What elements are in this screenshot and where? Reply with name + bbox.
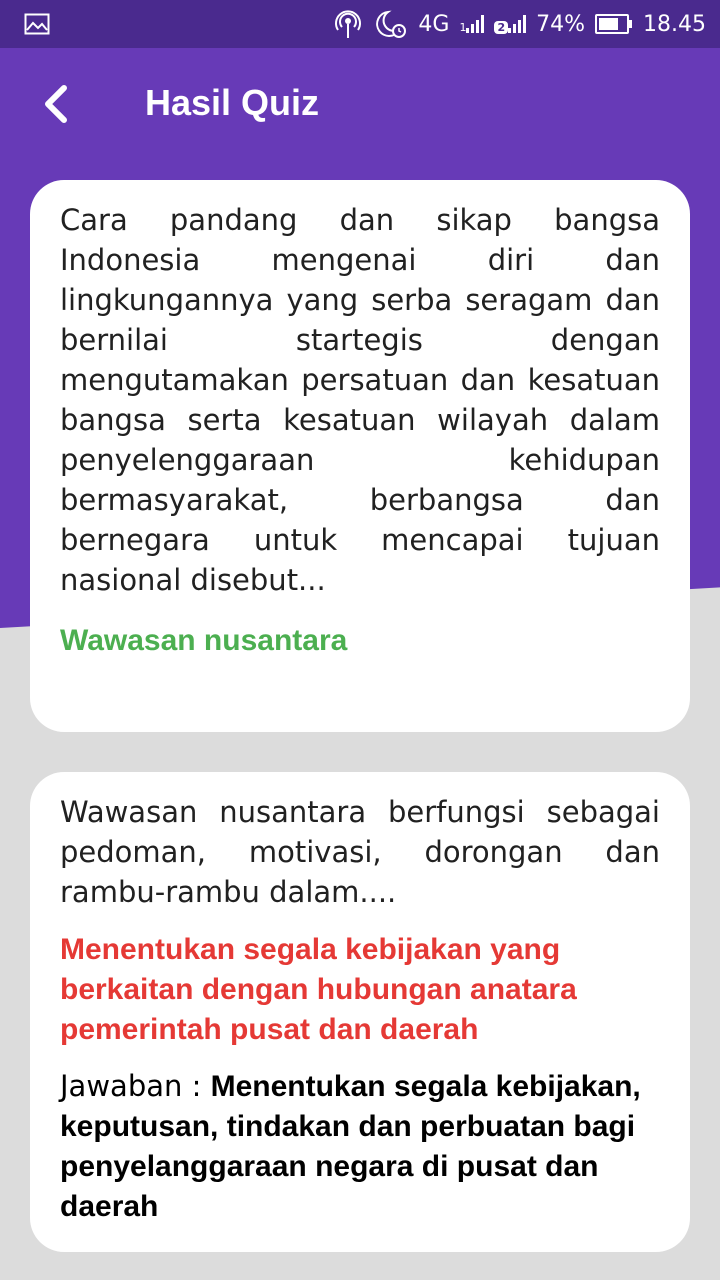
signal-icon: 2 — [494, 15, 527, 34]
network-type: 4G — [418, 11, 450, 37]
question-text: Cara pandang dan sikap bangsa Indonesia … — [60, 203, 660, 597]
app-bar: Hasil Quiz — [0, 48, 720, 160]
moon-alarm-icon — [372, 9, 408, 39]
selected-answer-correct: Wawasan nusantara — [60, 624, 348, 657]
battery-percent: 74% — [536, 11, 586, 37]
hotspot-icon — [334, 9, 362, 39]
back-button[interactable] — [30, 74, 86, 134]
image-icon — [24, 13, 50, 41]
battery-icon — [595, 14, 633, 34]
status-bar: 4G 1 2 74% 18.45 — [0, 0, 720, 48]
sim1-label: 1 — [459, 20, 467, 34]
page-title: Hasil Quiz — [145, 82, 320, 123]
sim2-label: 2 — [494, 20, 509, 34]
clock: 18.45 — [643, 11, 706, 37]
result-card: Wawasan nusantara berfungsi sebagai pedo… — [30, 772, 690, 1252]
selected-answer-wrong: Menentukan segala kebijakan yang berkait… — [60, 933, 577, 1046]
question-text: Wawasan nusantara berfungsi sebagai pedo… — [60, 795, 660, 909]
answer-label: Jawaban : — [60, 1069, 211, 1103]
correct-answer: Jawaban : Menentukan segala kebijakan, k… — [60, 1066, 660, 1227]
chevron-left-icon — [30, 85, 86, 138]
signal-icon: 1 — [459, 15, 485, 34]
result-card: Cara pandang dan sikap bangsa Indonesia … — [30, 180, 690, 732]
